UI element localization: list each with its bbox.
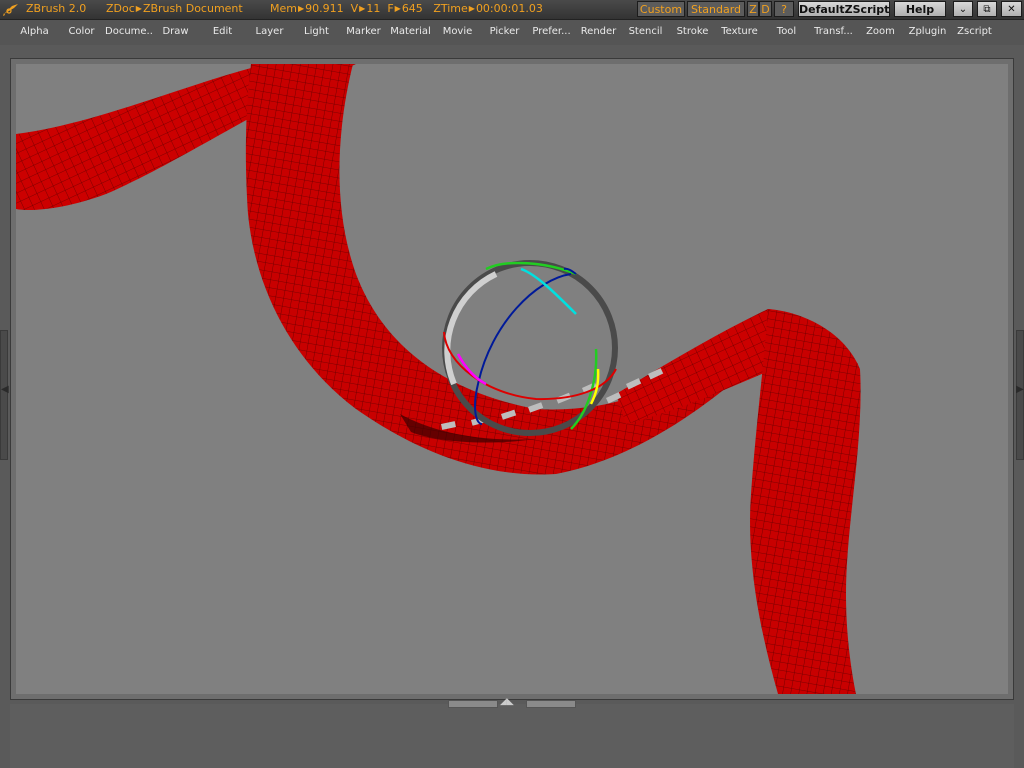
menu-picker[interactable]: Picker [481, 26, 528, 37]
doc-breadcrumb: ZDoc▶ZBrush Document [106, 2, 243, 15]
menu-color[interactable]: Color [58, 26, 105, 37]
menu-movie[interactable]: Movie [434, 26, 481, 37]
zbrush-logo-icon [3, 4, 18, 16]
mem-value: 90.911 [305, 2, 344, 15]
menu-layer[interactable]: Layer [246, 26, 293, 37]
v-label: V [350, 2, 359, 15]
ribbon-model [16, 64, 861, 694]
breadcrumb-arrow-icon: ▶ [135, 4, 142, 13]
custom-button[interactable]: Custom [637, 1, 685, 17]
help-button[interactable]: Help [894, 1, 946, 17]
menu-light[interactable]: Light [293, 26, 340, 37]
ribbon-segment-right-down [750, 309, 861, 694]
z-button[interactable]: Z [747, 1, 759, 17]
d-button[interactable]: D [759, 1, 772, 17]
left-tray-tab[interactable] [0, 330, 8, 460]
doc-name: ZBrush Document [142, 2, 243, 15]
menu-zscript[interactable]: Zscript [951, 26, 998, 37]
tray-grip-left[interactable] [448, 700, 498, 708]
expand-left-arrow-icon[interactable]: ◀ [1, 384, 9, 395]
menu-texture[interactable]: Texture [716, 26, 763, 37]
app-title: ZBrush 2.0 [26, 2, 87, 15]
f-value: 645 [401, 2, 423, 15]
expand-right-arrow-icon[interactable]: ▶ [1016, 384, 1024, 395]
tray-grip-right[interactable] [526, 700, 576, 708]
menu-stroke[interactable]: Stroke [669, 26, 716, 37]
stat-arrow-icon: ▶ [297, 4, 305, 13]
v-value: 11 [366, 2, 381, 15]
stat-arrow-icon: ▶ [468, 4, 475, 13]
minimize-icon[interactable]: ⌄ [953, 1, 973, 17]
doc-label: ZDoc [106, 2, 135, 15]
f-label: F [387, 2, 394, 15]
ztime-label: ZTime [433, 2, 468, 15]
menu-document[interactable]: Docume... [105, 26, 152, 37]
menu-bar: Alpha Color Docume... Draw Edit Layer Li… [0, 20, 1024, 45]
menu-material[interactable]: Material [387, 26, 434, 37]
menu-marker[interactable]: Marker [340, 26, 387, 37]
restore-icon[interactable]: ⧉ [977, 1, 997, 17]
menu-render[interactable]: Render [575, 26, 622, 37]
menu-zplugin[interactable]: Zplugin [904, 26, 951, 37]
default-zscript-button[interactable]: DefaultZScript [798, 1, 890, 17]
document-canvas[interactable] [16, 64, 1008, 694]
standard-button[interactable]: Standard [687, 1, 745, 17]
title-bar: ZBrush 2.0 ZDoc▶ZBrush Document Mem▶90.9… [0, 0, 1024, 20]
menu-tool[interactable]: Tool [763, 26, 810, 37]
menu-zoom[interactable]: Zoom [857, 26, 904, 37]
right-tray-tab[interactable] [1016, 330, 1024, 460]
tray-toggle-arrows-icon[interactable]: ◢◣ [500, 697, 514, 707]
menu-stencil[interactable]: Stencil [622, 26, 669, 37]
ribbon-segment-loop [245, 64, 786, 475]
menu-preferences[interactable]: Prefer... [528, 26, 575, 37]
menu-edit[interactable]: Edit [199, 26, 246, 37]
stats-readout: Mem▶90.911 V▶11 F▶645 ZTime▶00:00:01.03 [270, 2, 543, 15]
mem-label: Mem [270, 2, 297, 15]
close-icon[interactable]: ✕ [1001, 1, 1022, 17]
menu-transform[interactable]: Transf... [810, 26, 857, 37]
bottom-tray [10, 704, 1014, 768]
stat-arrow-icon: ▶ [394, 4, 401, 13]
stat-arrow-icon: ▶ [359, 4, 366, 13]
help-question-button[interactable]: ? [774, 1, 794, 17]
menu-alpha[interactable]: Alpha [11, 26, 58, 37]
ztime-value: 00:00:01.03 [475, 2, 543, 15]
menu-draw[interactable]: Draw [152, 26, 199, 37]
